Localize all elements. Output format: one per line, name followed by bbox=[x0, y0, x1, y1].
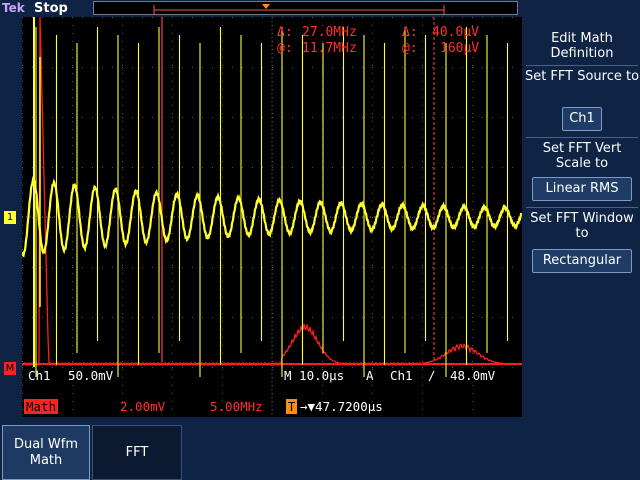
record-view-graphic bbox=[153, 4, 445, 15]
edit-math-definition-title[interactable]: Edit Math Definition bbox=[524, 31, 640, 61]
fft-source-button[interactable]: Ch1 bbox=[562, 107, 602, 131]
cursor-freq-value: 11.7MHz bbox=[302, 41, 357, 56]
menu-divider bbox=[526, 207, 638, 208]
delta-volt-label: Δ: bbox=[402, 25, 418, 40]
trigger-level: 48.0mV bbox=[450, 368, 496, 383]
fft-window-button[interactable]: Rectangular bbox=[532, 249, 632, 273]
fft-vert-scale-title: Set FFT Vert Scale to bbox=[542, 141, 622, 171]
menu-divider bbox=[526, 137, 638, 138]
status-bar: Tek Stop bbox=[0, 0, 640, 17]
math-frequency: 5.00MHz bbox=[210, 399, 263, 414]
cursor-freq-label: @: bbox=[277, 41, 293, 56]
delta-volt-value: 40.0µV bbox=[432, 25, 479, 40]
fft-button[interactable]: FFT bbox=[92, 425, 182, 480]
math-ground-marker[interactable]: M bbox=[4, 362, 16, 375]
cursor-volt-value: 160µV bbox=[440, 41, 480, 56]
trigger-position-icon: T bbox=[286, 399, 297, 414]
ch1-label: Ch1 bbox=[28, 368, 51, 383]
record-view-bar bbox=[93, 1, 518, 15]
waveform-display[interactable]: Δ: 27.0MHz Δ: 40.0µV @: 11.7MHz @: 160µV… bbox=[22, 17, 522, 417]
ch1-scale: 50.0mV bbox=[68, 368, 114, 383]
delta-freq-label: Δ: bbox=[277, 25, 293, 40]
trigger-slope-icon: ∕ bbox=[428, 368, 436, 383]
fft-vert-scale-button[interactable]: Linear RMS bbox=[532, 177, 632, 201]
trigger-position: →▼47.7200µs bbox=[300, 399, 383, 414]
cursor-volt-label: @: bbox=[402, 41, 418, 56]
bottom-menu: Dual Wfm Math FFT bbox=[0, 425, 640, 480]
brand-logo: Tek bbox=[2, 1, 25, 15]
waveform-canvas bbox=[22, 17, 522, 417]
menu-divider bbox=[526, 65, 638, 66]
timebase-readout: M 10.0µs bbox=[284, 368, 345, 383]
trigger-mode: A bbox=[366, 368, 374, 383]
trigger-source: Ch1 bbox=[390, 368, 413, 383]
fft-source-title: Set FFT Source to bbox=[524, 69, 640, 84]
delta-freq-value: 27.0MHz bbox=[302, 25, 357, 40]
ch1-ground-marker[interactable]: 1 bbox=[4, 211, 16, 224]
math-label: Math bbox=[24, 399, 59, 414]
acquisition-state: Stop bbox=[34, 1, 68, 16]
math-scale: 2.00mV bbox=[120, 399, 166, 414]
dual-wfm-math-button[interactable]: Dual Wfm Math bbox=[2, 425, 90, 480]
fft-window-title: Set FFT Window to bbox=[530, 211, 634, 241]
side-menu: Edit Math Definition Set FFT Source to C… bbox=[524, 17, 640, 417]
